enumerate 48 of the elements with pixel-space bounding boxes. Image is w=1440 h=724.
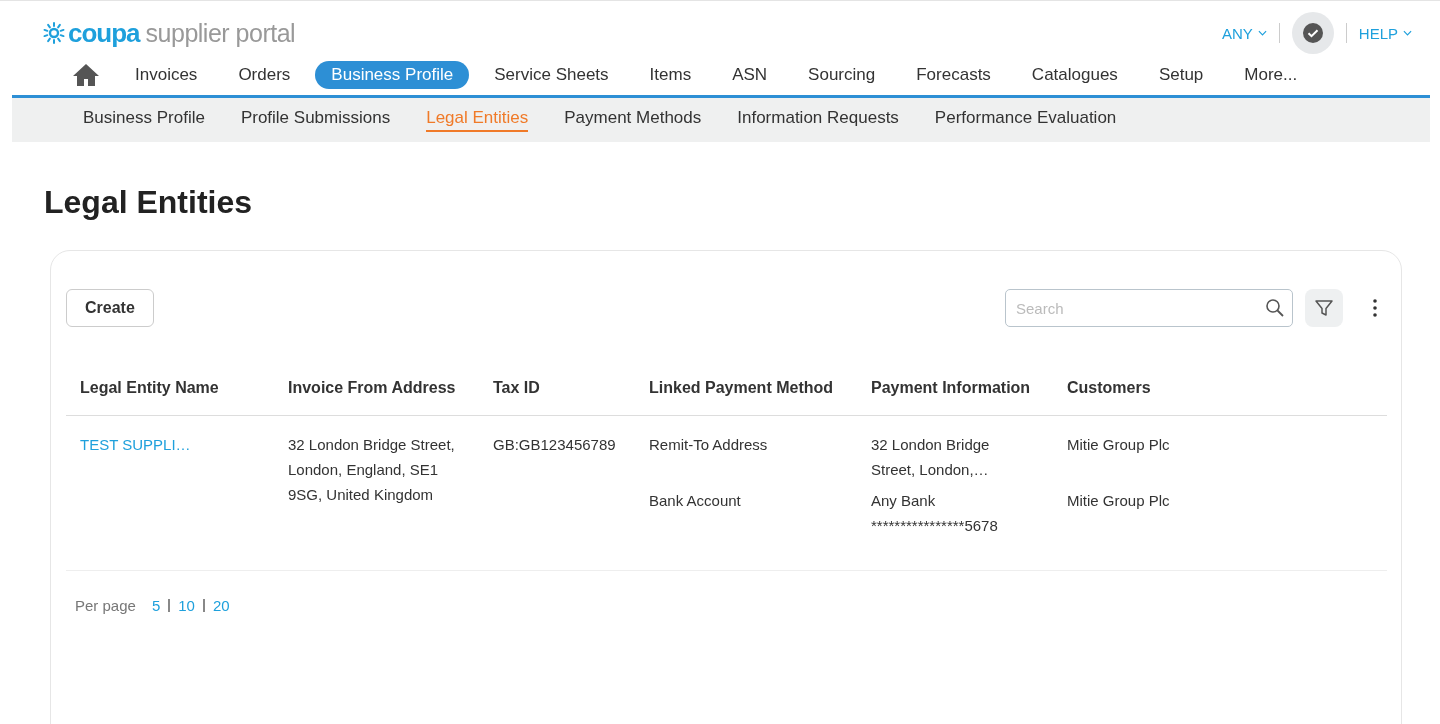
subnav-tab[interactable]: Performance Evaluation <box>934 108 1117 132</box>
logo-brand: coupa <box>68 17 140 49</box>
nav-tab[interactable]: Sourcing <box>792 61 892 89</box>
more-options-icon[interactable] <box>1373 298 1377 318</box>
column-header: Invoice From Address <box>288 379 457 397</box>
subnav-tab[interactable]: Payment Methods <box>564 108 702 132</box>
status-button[interactable] <box>1291 12 1334 54</box>
chevron-down-icon <box>1257 30 1267 36</box>
per-page-label: Per page <box>75 597 136 614</box>
table-cell-text: 32 London Bridge Street, London, England, SE1 9SG, United Kingdom <box>288 435 456 505</box>
subnav-tab[interactable]: Information Requests <box>737 108 899 132</box>
search-field[interactable]: Search <box>1005 289 1293 327</box>
nav-tab[interactable]: ASN <box>716 61 784 89</box>
nav-tab[interactable]: Setup <box>1142 61 1220 89</box>
column-header: Linked Payment Method <box>649 379 835 397</box>
nav-tab[interactable]: Service Sheets <box>478 61 625 89</box>
filter-icon <box>1314 298 1334 318</box>
table-cell-text: 32 London Bridge <box>871 435 991 455</box>
column-header: Legal Entity Name <box>80 379 220 397</box>
nav-tab[interactable]: Orders <box>222 61 307 89</box>
table-cell-text: Any Bank <box>871 491 937 511</box>
column-header: Payment Information <box>871 379 1032 397</box>
filter-button[interactable] <box>1305 289 1343 327</box>
search-icon <box>1265 298 1285 318</box>
table-cell-text: Remit-To Address <box>649 435 769 455</box>
subnav-tab[interactable]: Business Profile <box>83 108 205 132</box>
nav-tab[interactable]: Items <box>633 61 708 89</box>
chevron-down-icon <box>1403 30 1412 36</box>
column-header: Customers <box>1067 379 1152 397</box>
page-title: Legal Entities <box>44 183 254 222</box>
check-icon <box>1302 23 1323 43</box>
nav-tab[interactable]: Invoices <box>119 61 214 89</box>
nav-tab[interactable]: More... <box>1228 61 1314 89</box>
table-cell-text: Street, London,… <box>871 460 990 480</box>
subnav-tab[interactable]: Profile Submissions <box>240 108 391 132</box>
table-cell-text: Mitie Group Plc <box>1067 491 1171 511</box>
create-button[interactable]: Create <box>66 289 154 327</box>
logo-product: supplier portal <box>145 18 296 48</box>
nav-tab[interactable]: Business Profile <box>315 61 470 89</box>
home-icon[interactable] <box>72 63 100 87</box>
table-cell-text: ****************5678 <box>871 516 999 536</box>
table-cell-text: Bank Account <box>649 491 742 511</box>
column-header: Tax ID <box>493 379 541 397</box>
table-cell-text: Mitie Group Plc <box>1067 435 1171 455</box>
nav-tab[interactable]: Catalogues <box>1015 61 1134 89</box>
table-cell-text: GB:GB123456789 <box>493 435 617 455</box>
logo-icon <box>42 21 66 45</box>
nav-tab[interactable]: Forecasts <box>900 61 1007 89</box>
